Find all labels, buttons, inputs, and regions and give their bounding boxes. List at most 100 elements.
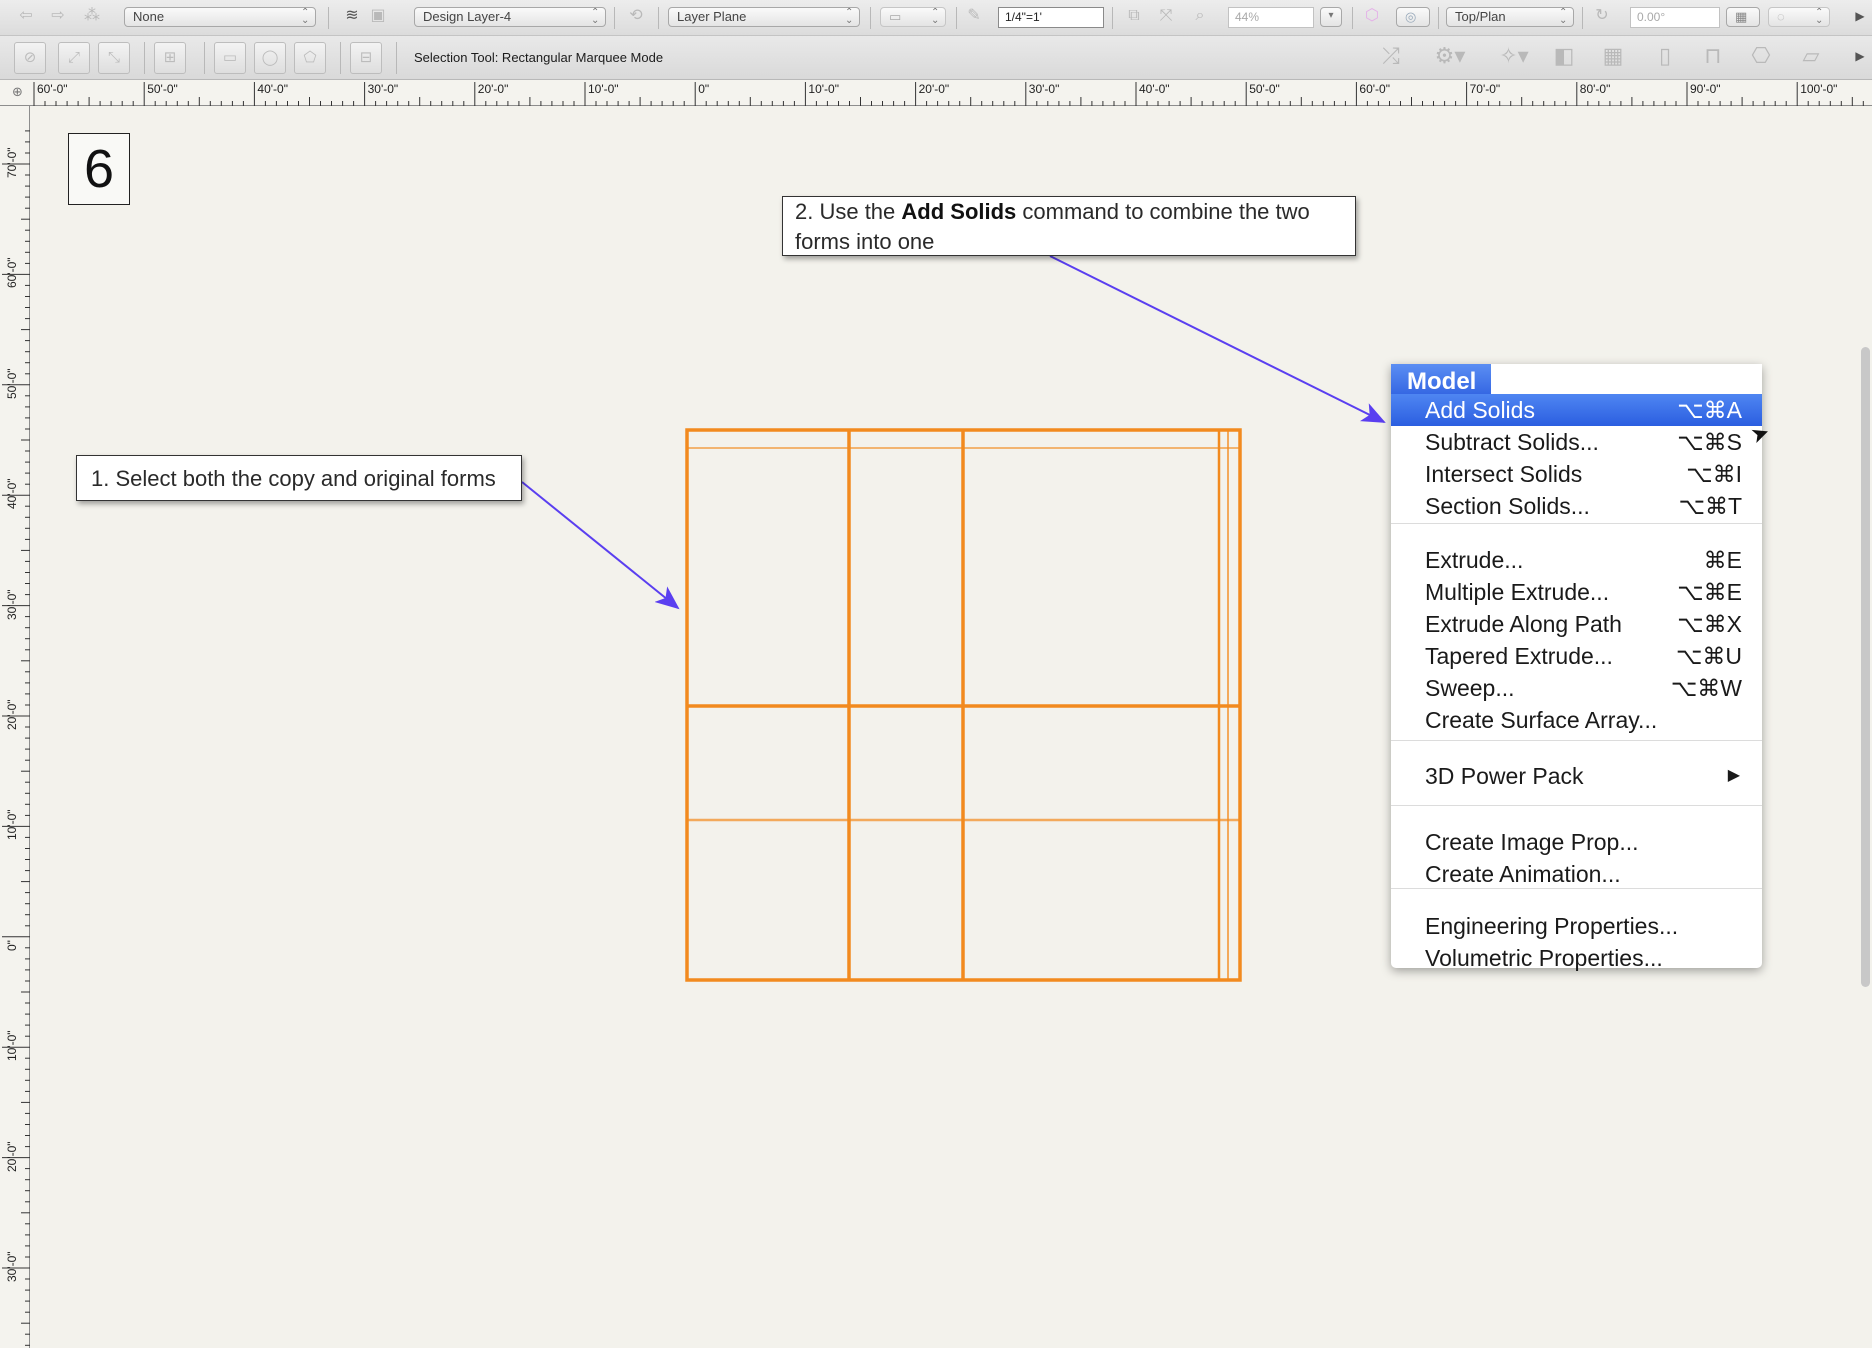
menu-item[interactable]: Sweep... ⌥⌘W	[1391, 672, 1762, 704]
ruler-label: 70'-0"	[5, 147, 19, 178]
rectangular-marquee-button[interactable]: ▭	[214, 42, 246, 74]
view-dropdown[interactable]: Top/Plan ⌃ ⌄	[1446, 7, 1574, 27]
options-button[interactable]: ⊟	[350, 42, 382, 74]
vertical-scrollbar[interactable]	[1858, 107, 1872, 1348]
lightbulb-icon[interactable]: ✧▾	[1492, 45, 1536, 68]
ruler-label: 20'-0"	[5, 1141, 19, 1172]
toolbar-divider	[658, 7, 659, 29]
updown-arrows-icon: ⌃ ⌄	[845, 7, 854, 26]
menu-item[interactable]: Section Solids... ⌥⌘T	[1391, 490, 1762, 522]
menu-item[interactable]: Extrude... ⌘E	[1391, 544, 1762, 576]
ruler-label: 20'-0"	[918, 82, 950, 96]
frame-icon[interactable]: ⊓	[1698, 45, 1728, 68]
settings-gear-icon[interactable]: ⚙▾	[1428, 45, 1472, 68]
menu-item[interactable]: Extrude Along Path ⌥⌘X	[1391, 608, 1762, 640]
plane-dropdown[interactable]: Layer Plane ⌃ ⌄	[668, 7, 860, 27]
folder-icon[interactable]: ▱	[1796, 45, 1826, 68]
ruler-label: 40'-0"	[5, 478, 19, 510]
menu-item[interactable]: Volumetric Properties...	[1391, 942, 1762, 974]
scale-pencil-icon[interactable]: ✎	[962, 6, 986, 28]
view-dropdown-value: Top/Plan	[1455, 9, 1506, 24]
rotate-plan-icon[interactable]: ↻	[1590, 6, 1614, 28]
toolbar-divider	[614, 7, 615, 29]
class-visibility-icon[interactable]: ⁂	[80, 6, 104, 28]
callout-step-2: 2. Use the Add Solids command to combine…	[782, 196, 1356, 256]
vertical-ruler: 70'-0" 60'-0" 50'-0" 40'-0" 30'-0" 20'-0" 10'-…	[0, 106, 30, 1348]
layer-options-icon[interactable]: ▣	[366, 6, 390, 28]
ruler-label: 10'-0"	[5, 809, 19, 841]
ruler-label: 40'-0"	[1139, 82, 1170, 96]
callout-step-1: 1. Select both the copy and original for…	[76, 455, 522, 501]
camera-icon[interactable]: ⎔	[1746, 45, 1776, 68]
toolbar-divider	[204, 42, 205, 74]
menu-separator	[1391, 805, 1762, 806]
mode-button-3[interactable]: ⤡	[98, 42, 130, 74]
menu-item[interactable]: Engineering Properties...	[1391, 910, 1762, 942]
object-icon[interactable]: ◧	[1546, 45, 1582, 68]
model-menu-title-label: Model	[1407, 368, 1477, 395]
scrollbar-thumb[interactable]	[1861, 347, 1870, 987]
menu-item-label: Volumetric Properties...	[1425, 945, 1663, 971]
menu-item-shortcut: ⌘E	[1703, 547, 1742, 573]
page-icon[interactable]: ▯	[1650, 45, 1680, 68]
expand-right-icon[interactable]: ▶	[1848, 46, 1872, 68]
ruler-label: 20'-0"	[477, 82, 509, 96]
ruler-label: 100'-0"	[1800, 82, 1838, 96]
zoom-field[interactable]: 44%	[1228, 7, 1314, 28]
rotation-field[interactable]: 0.00°	[1630, 7, 1720, 28]
menu-item[interactable]: Intersect Solids ⌥⌘I	[1391, 458, 1762, 490]
menu-item[interactable]: Subtract Solids... ⌥⌘S	[1391, 426, 1762, 458]
zoom-field-value: 44%	[1235, 10, 1260, 24]
ruler-label: 30'-0"	[367, 82, 399, 96]
updown-arrows-icon: ⌃ ⌄	[591, 7, 600, 26]
working-plane-icon[interactable]: ⟲	[624, 6, 648, 28]
toolbar-divider	[956, 7, 957, 29]
menu-separator	[1391, 740, 1762, 741]
flyover-icon[interactable]: ⬡	[1360, 6, 1384, 28]
projection-icon: ◌	[1777, 9, 1785, 24]
lasso-button[interactable]: ◯	[254, 42, 286, 74]
menu-item[interactable]: Create Surface Array...	[1391, 704, 1762, 736]
menu-item[interactable]: Create Animation...	[1391, 858, 1762, 890]
menu-separator	[1391, 888, 1762, 889]
layer-dropdown[interactable]: Design Layer-4 ⌃ ⌄	[414, 7, 606, 27]
menu-item[interactable]: Add Solids ⌥⌘A	[1391, 394, 1762, 426]
step-number: 6	[83, 139, 115, 199]
expand-right-icon[interactable]: ▶	[1848, 6, 1872, 28]
ruler-label: 60'-0"	[5, 257, 19, 289]
plane-mode-dropdown[interactable]: ▭ ⌃ ⌄	[880, 7, 946, 27]
menu-item[interactable]: Tapered Extrude... ⌥⌘U	[1391, 640, 1762, 672]
class-dropdown[interactable]: None ⌃ ⌄	[124, 7, 316, 27]
mode-button-4[interactable]: ⊞	[154, 42, 186, 74]
menu-item[interactable]: Multiple Extrude... ⌥⌘E	[1391, 576, 1762, 608]
render-mode-button[interactable]: ▦	[1726, 7, 1760, 27]
callout-step-2-command: Add Solids	[901, 199, 1017, 224]
zoom-selection-icon[interactable]: ⤧	[1154, 6, 1178, 28]
zoom-fit-icon[interactable]: ⧉	[1122, 6, 1146, 28]
projection-dropdown[interactable]: ◌ ⌃ ⌄	[1768, 7, 1830, 27]
menu-item-label: Tapered Extrude...	[1425, 643, 1613, 669]
toolbar-divider	[1582, 7, 1583, 29]
toolbar-divider	[340, 42, 341, 74]
ruler-label: 10'-0"	[808, 82, 839, 96]
menu-item[interactable]: Create Image Prop...	[1391, 826, 1762, 858]
menu-item[interactable]: 3D Power Pack ▶	[1391, 760, 1762, 792]
ruler-label: 60'-0"	[37, 82, 68, 96]
snap-tool-icon[interactable]: ⤮	[1376, 45, 1406, 68]
back-arrow-icon[interactable]: ⇦	[14, 6, 38, 28]
polygon-marquee-button[interactable]: ⬠	[294, 42, 326, 74]
menu-separator	[1391, 523, 1762, 524]
callout-step-1-text: 1. Select both the copy and original for…	[91, 466, 496, 491]
forward-arrow-icon[interactable]: ⇨	[46, 6, 70, 28]
submenu-arrow-icon: ▶	[1727, 767, 1740, 784]
zoom-magnifier-icon[interactable]: ⌕	[1188, 6, 1212, 28]
view-toggle-button[interactable]: ◎	[1396, 7, 1430, 27]
top-toolbar: ⇦ ⇨ ⁂ None ⌃ ⌄ ≋ ▣ Design Layer-4 ⌃ ⌄ ⟲ La…	[0, 0, 1872, 36]
scale-field[interactable]: 1/4"=1'	[998, 7, 1104, 28]
toolbar-divider	[1352, 7, 1353, 29]
grid-icon[interactable]: ▦	[1598, 45, 1628, 68]
mode-button-2[interactable]: ⤢	[58, 42, 90, 74]
layers-icon[interactable]: ≋	[340, 6, 364, 28]
mode-button-1[interactable]: ⊘	[14, 42, 46, 74]
zoom-menu-button[interactable]: ▾	[1320, 7, 1342, 27]
